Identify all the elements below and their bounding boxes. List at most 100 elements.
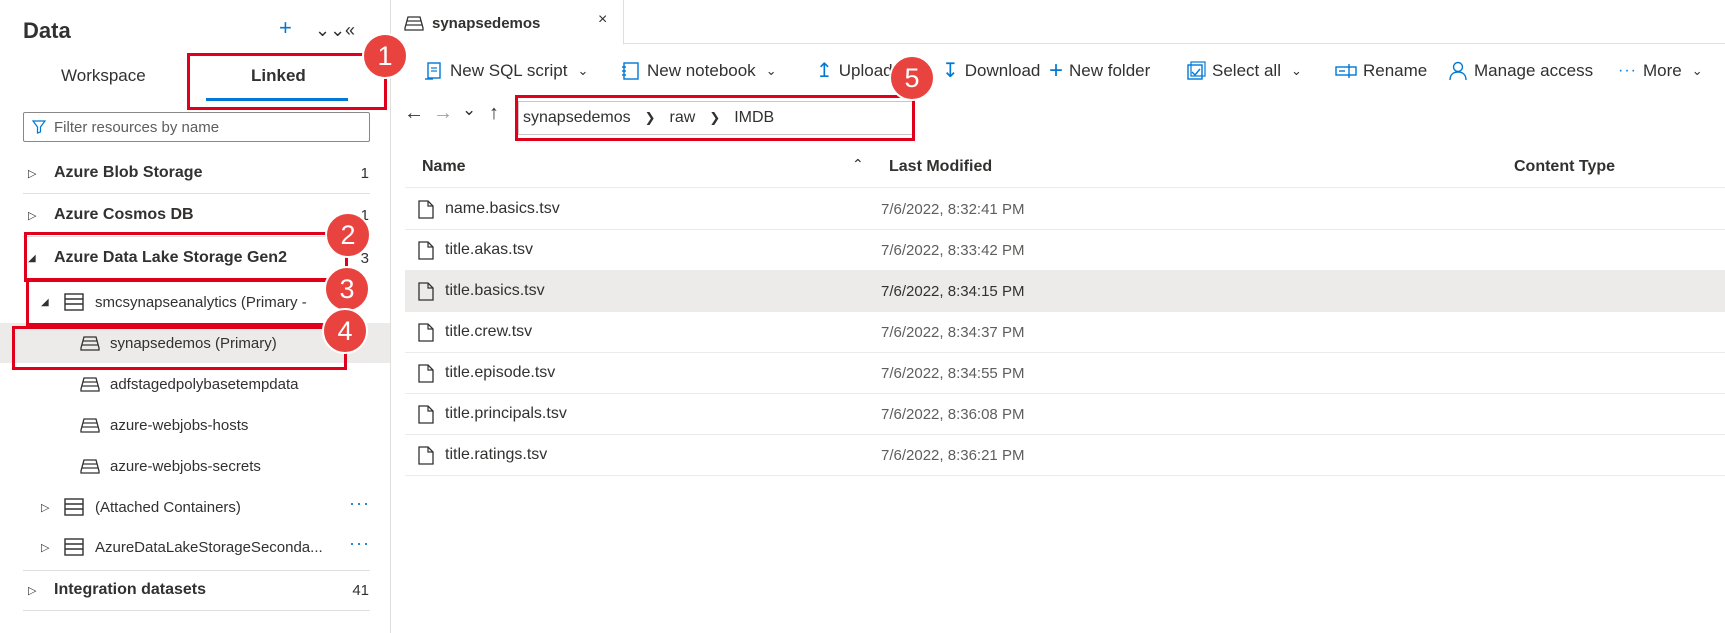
- table-row[interactable]: title.episode.tsv 7/6/2022, 8:34:55 PM: [405, 353, 1725, 394]
- last-modified: 7/6/2022, 8:36:21 PM: [881, 447, 1025, 464]
- forward-arrow-icon[interactable]: →: [433, 102, 453, 125]
- file-name[interactable]: title.akas.tsv: [445, 241, 533, 259]
- new-sql-script-button[interactable]: New SQL script ⌄: [424, 56, 588, 86]
- collapse-panel-icon[interactable]: «: [345, 16, 355, 44]
- more-options-icon[interactable]: ···: [349, 533, 370, 554]
- chevron-down-icon[interactable]: ⌄: [766, 63, 777, 79]
- column-header-name[interactable]: Name: [422, 158, 466, 176]
- tree-item-label: azure-webjobs-hosts: [110, 416, 249, 434]
- table-row[interactable]: title.ratings.tsv 7/6/2022, 8:36:21 PM: [405, 435, 1725, 476]
- tree-item-azure-webjobs-hosts[interactable]: azure-webjobs-hosts: [0, 405, 390, 445]
- filter-input[interactable]: [54, 118, 354, 136]
- chevron-down-icon[interactable]: ⌄: [1291, 63, 1302, 79]
- table-row[interactable]: title.crew.tsv 7/6/2022, 8:34:37 PM: [405, 312, 1725, 353]
- active-tab-indicator: [206, 98, 348, 101]
- breadcrumb-item[interactable]: raw: [670, 109, 696, 127]
- expand-icon[interactable]: ▷: [28, 167, 36, 180]
- file-name[interactable]: title.principals.tsv: [445, 405, 567, 423]
- file-name[interactable]: name.basics.tsv: [445, 200, 560, 218]
- chevron-down-icon[interactable]: ⌄: [577, 63, 588, 79]
- tree-item-azure-blob-storage[interactable]: ▷ Azure Blob Storage 1: [0, 153, 390, 193]
- sql-script-icon: [425, 62, 441, 80]
- column-header-last-modified[interactable]: Last Modified: [889, 158, 992, 176]
- tab-workspace[interactable]: Workspace: [61, 66, 146, 86]
- rename-icon: [1335, 64, 1357, 78]
- chevron-down-icon[interactable]: ⌄: [1692, 63, 1703, 79]
- filter-icon: [32, 120, 46, 134]
- back-arrow-icon[interactable]: ←: [404, 102, 424, 125]
- tree-item-label: adfstagedpolybasetempdata: [110, 375, 299, 393]
- plus-icon: +: [1049, 57, 1064, 84]
- tree-item-integration-datasets[interactable]: ▷ Integration datasets 41: [0, 570, 390, 610]
- file-name[interactable]: title.crew.tsv: [445, 323, 532, 341]
- column-header-content-type[interactable]: Content Type: [1514, 158, 1615, 176]
- file-name[interactable]: title.episode.tsv: [445, 364, 555, 382]
- tab-synapsedemos[interactable]: synapsedemos ×: [392, 0, 624, 45]
- new-notebook-button[interactable]: New notebook ⌄: [621, 56, 777, 86]
- expand-icon[interactable]: ▷: [41, 501, 49, 514]
- table-row[interactable]: name.basics.tsv 7/6/2022, 8:32:41 PM: [405, 189, 1725, 230]
- file-icon: [418, 364, 434, 383]
- download-icon: ↧: [942, 60, 959, 82]
- last-modified: 7/6/2022, 8:36:08 PM: [881, 406, 1025, 423]
- add-icon[interactable]: +: [279, 14, 292, 42]
- new-folder-button[interactable]: + New folder: [1049, 56, 1150, 86]
- select-all-button[interactable]: Select all ⌄: [1186, 56, 1302, 86]
- file-name[interactable]: title.basics.tsv: [445, 282, 545, 300]
- panel-title: Data: [23, 18, 71, 43]
- button-label: More: [1642, 61, 1682, 80]
- callout-badge: 3: [324, 266, 370, 312]
- button-label: Manage access: [1474, 61, 1594, 80]
- table-row[interactable]: title.akas.tsv 7/6/2022, 8:33:42 PM: [405, 230, 1725, 271]
- tab-linked[interactable]: Linked: [251, 66, 306, 86]
- tree-item-adfstagedpolybasetempdata[interactable]: adfstagedpolybasetempdata: [0, 364, 390, 404]
- tab-title: synapsedemos: [432, 15, 541, 32]
- last-modified: 7/6/2022, 8:33:42 PM: [881, 242, 1025, 259]
- filter-box[interactable]: [23, 112, 370, 142]
- last-modified: 7/6/2022, 8:34:15 PM: [881, 283, 1025, 300]
- collapse-all-icon[interactable]: ⌄⌄: [315, 16, 345, 44]
- more-options-icon[interactable]: ···: [349, 493, 370, 514]
- collapse-icon[interactable]: ◢: [41, 297, 49, 308]
- breadcrumb-item[interactable]: IMDB: [734, 109, 774, 127]
- tree-item-label: azure-webjobs-secrets: [110, 457, 261, 475]
- collapse-icon[interactable]: ◢: [28, 253, 36, 264]
- breadcrumb-item[interactable]: synapsedemos: [523, 109, 631, 127]
- document-tab-bar: synapsedemos ×: [392, 0, 1725, 45]
- tree-item-secondary-storage[interactable]: ▷ AzureDataLakeStorageSeconda... ···: [0, 527, 390, 567]
- person-icon: [1449, 61, 1467, 81]
- expand-icon[interactable]: ▷: [28, 584, 36, 597]
- expand-icon[interactable]: ▷: [28, 209, 36, 222]
- tree-item-label: synapsedemos (Primary): [110, 334, 277, 352]
- container-icon: [80, 336, 100, 351]
- table-row[interactable]: title.basics.tsv 7/6/2022, 8:34:15 PM: [405, 271, 1725, 312]
- select-all-icon: [1187, 61, 1206, 80]
- button-label: New notebook: [647, 61, 756, 80]
- tree-item-attached-containers[interactable]: ▷ (Attached Containers) ···: [0, 487, 390, 527]
- table-row[interactable]: title.principals.tsv 7/6/2022, 8:36:08 P…: [405, 394, 1725, 435]
- breadcrumb[interactable]: synapsedemos ❯ raw ❯ IMDB: [518, 101, 913, 135]
- close-icon[interactable]: ×: [598, 11, 607, 29]
- tree-item-azure-webjobs-secrets[interactable]: azure-webjobs-secrets: [0, 446, 390, 486]
- expand-icon[interactable]: ▷: [41, 541, 49, 554]
- last-modified: 7/6/2022, 8:34:37 PM: [881, 324, 1025, 341]
- container-icon: [404, 16, 424, 31]
- chevron-right-icon: ❯: [709, 110, 721, 125]
- storage-account-icon: [64, 538, 84, 556]
- sort-ascending-icon[interactable]: ⌃: [852, 156, 864, 173]
- up-arrow-icon[interactable]: ↑: [489, 102, 499, 125]
- download-button[interactable]: ↧ Download: [942, 56, 1040, 86]
- item-count: 41: [352, 581, 369, 599]
- button-label: New folder: [1069, 61, 1151, 80]
- file-name[interactable]: title.ratings.tsv: [445, 446, 547, 464]
- rename-button[interactable]: Rename: [1335, 56, 1427, 86]
- upload-button[interactable]: ↥ Upload: [816, 56, 893, 86]
- file-icon: [418, 323, 434, 342]
- last-modified: 7/6/2022, 8:34:55 PM: [881, 365, 1025, 382]
- manage-access-button[interactable]: Manage access: [1448, 56, 1593, 86]
- file-icon: [418, 241, 434, 260]
- divider: [23, 236, 370, 237]
- history-dropdown-icon[interactable]: ⌄: [462, 100, 476, 120]
- more-button[interactable]: ··· More ⌄: [1618, 56, 1703, 86]
- callout-badge: 1: [362, 33, 408, 79]
